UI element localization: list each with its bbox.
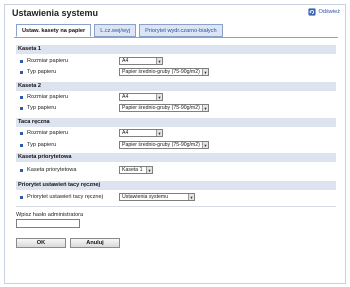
taca-prior-value: Ustawienia systemu bbox=[122, 194, 169, 200]
bullet-icon bbox=[20, 131, 23, 135]
priorytet-value: Kaseta 1 bbox=[122, 167, 143, 173]
chevron-down-icon: ▼ bbox=[146, 167, 152, 173]
ok-button[interactable]: OK bbox=[16, 238, 66, 248]
priorytet-label: Kaseta priorytetowa bbox=[27, 167, 77, 173]
section-kaseta1-title: Kaseta 1 bbox=[16, 45, 336, 54]
taca-type-select[interactable]: Papier średnio-gruby (75-90g/m2) ▼ bbox=[119, 141, 209, 149]
taca-type-row: Typ papieru Papier średnio-gruby (75-90g… bbox=[16, 140, 336, 150]
kaseta1-type-row: Typ papieru Papier średnio-gruby (75-90g… bbox=[16, 67, 336, 77]
kaseta1-type-label: Typ papieru bbox=[27, 69, 57, 75]
taca-prior-select[interactable]: Ustawienia systemu ▼ bbox=[119, 193, 195, 201]
chevron-down-icon: ▼ bbox=[156, 58, 162, 64]
chevron-down-icon: ▼ bbox=[202, 105, 208, 111]
kaseta2-size-select[interactable]: A4 ▼ bbox=[119, 93, 163, 101]
kaseta2-type-row: Typ papieru Papier średnio-gruby (75-90g… bbox=[16, 103, 336, 113]
chevron-down-icon: ▼ bbox=[188, 194, 194, 200]
page-title: Ustawienia systemu bbox=[12, 8, 99, 18]
taca-size-label: Rozmiar papieru bbox=[27, 130, 69, 136]
cancel-button[interactable]: Anuluj bbox=[70, 238, 120, 248]
refresh-label: Odśwież bbox=[318, 9, 340, 15]
taca-type-label: Typ papieru bbox=[27, 142, 57, 148]
tab-io-timeout[interactable]: L.cz.wej/wyj bbox=[94, 24, 137, 37]
kaseta1-size-row: Rozmiar papieru A4 ▼ bbox=[16, 56, 336, 66]
section-priorytet-title: Kaseta priorytetowa bbox=[16, 153, 336, 162]
tab-bar: Ustaw. kasety na papier L.cz.wej/wyj Pri… bbox=[16, 24, 223, 37]
bullet-icon bbox=[20, 106, 23, 110]
kaseta1-size-select[interactable]: A4 ▼ bbox=[119, 57, 163, 65]
taca-size-select[interactable]: A4 ▼ bbox=[119, 129, 163, 137]
bullet-icon bbox=[20, 143, 23, 147]
kaseta2-size-label: Rozmiar papieru bbox=[27, 94, 69, 100]
kaseta1-size-value: A4 bbox=[122, 58, 129, 64]
bullet-icon bbox=[20, 70, 23, 74]
refresh-icon bbox=[307, 8, 316, 16]
tab-bw-priority[interactable]: Priorytet wydr.czarno-białych bbox=[139, 24, 223, 37]
tab-paper-tray[interactable]: Ustaw. kasety na papier bbox=[16, 24, 92, 37]
password-label: Wpisz hasło administratora bbox=[16, 212, 84, 218]
kaseta2-size-row: Rozmiar papieru A4 ▼ bbox=[16, 92, 336, 102]
priorytet-select[interactable]: Kaseta 1 ▼ bbox=[119, 166, 153, 174]
section-taca-prior-title: Priorytet ustawień tacy ręcznej bbox=[16, 181, 336, 190]
bullet-icon bbox=[20, 59, 23, 63]
divider bbox=[16, 206, 336, 207]
taca-prior-label: Priorytet ustawień tacy ręcznej bbox=[27, 194, 103, 200]
taca-size-value: A4 bbox=[122, 130, 129, 136]
taca-type-value: Papier średnio-gruby (75-90g/m2) bbox=[122, 142, 200, 148]
chevron-down-icon: ▼ bbox=[202, 142, 208, 148]
kaseta2-type-value: Papier średnio-gruby (75-90g/m2) bbox=[122, 105, 200, 111]
refresh-link[interactable]: Odśwież bbox=[307, 8, 340, 16]
bullet-icon bbox=[20, 95, 23, 99]
kaseta2-type-select[interactable]: Papier średnio-gruby (75-90g/m2) ▼ bbox=[119, 104, 209, 112]
section-taca-title: Taca ręczna bbox=[16, 118, 336, 127]
bullet-icon bbox=[20, 195, 23, 199]
kaseta1-size-label: Rozmiar papieru bbox=[27, 58, 69, 64]
bullet-icon bbox=[20, 168, 23, 172]
chevron-down-icon: ▼ bbox=[156, 130, 162, 136]
kaseta2-type-label: Typ papieru bbox=[27, 105, 57, 111]
password-input[interactable] bbox=[16, 219, 80, 228]
chevron-down-icon: ▼ bbox=[202, 69, 208, 75]
taca-prior-row: Priorytet ustawień tacy ręcznej Ustawien… bbox=[16, 192, 336, 202]
chevron-down-icon: ▼ bbox=[156, 94, 162, 100]
kaseta1-type-select[interactable]: Papier średnio-gruby (75-90g/m2) ▼ bbox=[119, 68, 209, 76]
tab-underline bbox=[14, 37, 338, 38]
kaseta1-type-value: Papier średnio-gruby (75-90g/m2) bbox=[122, 69, 200, 75]
priorytet-row: Kaseta priorytetowa Kaseta 1 ▼ bbox=[16, 165, 336, 175]
taca-size-row: Rozmiar papieru A4 ▼ bbox=[16, 128, 336, 138]
kaseta2-size-value: A4 bbox=[122, 94, 129, 100]
section-kaseta2-title: Kaseta 2 bbox=[16, 82, 336, 91]
